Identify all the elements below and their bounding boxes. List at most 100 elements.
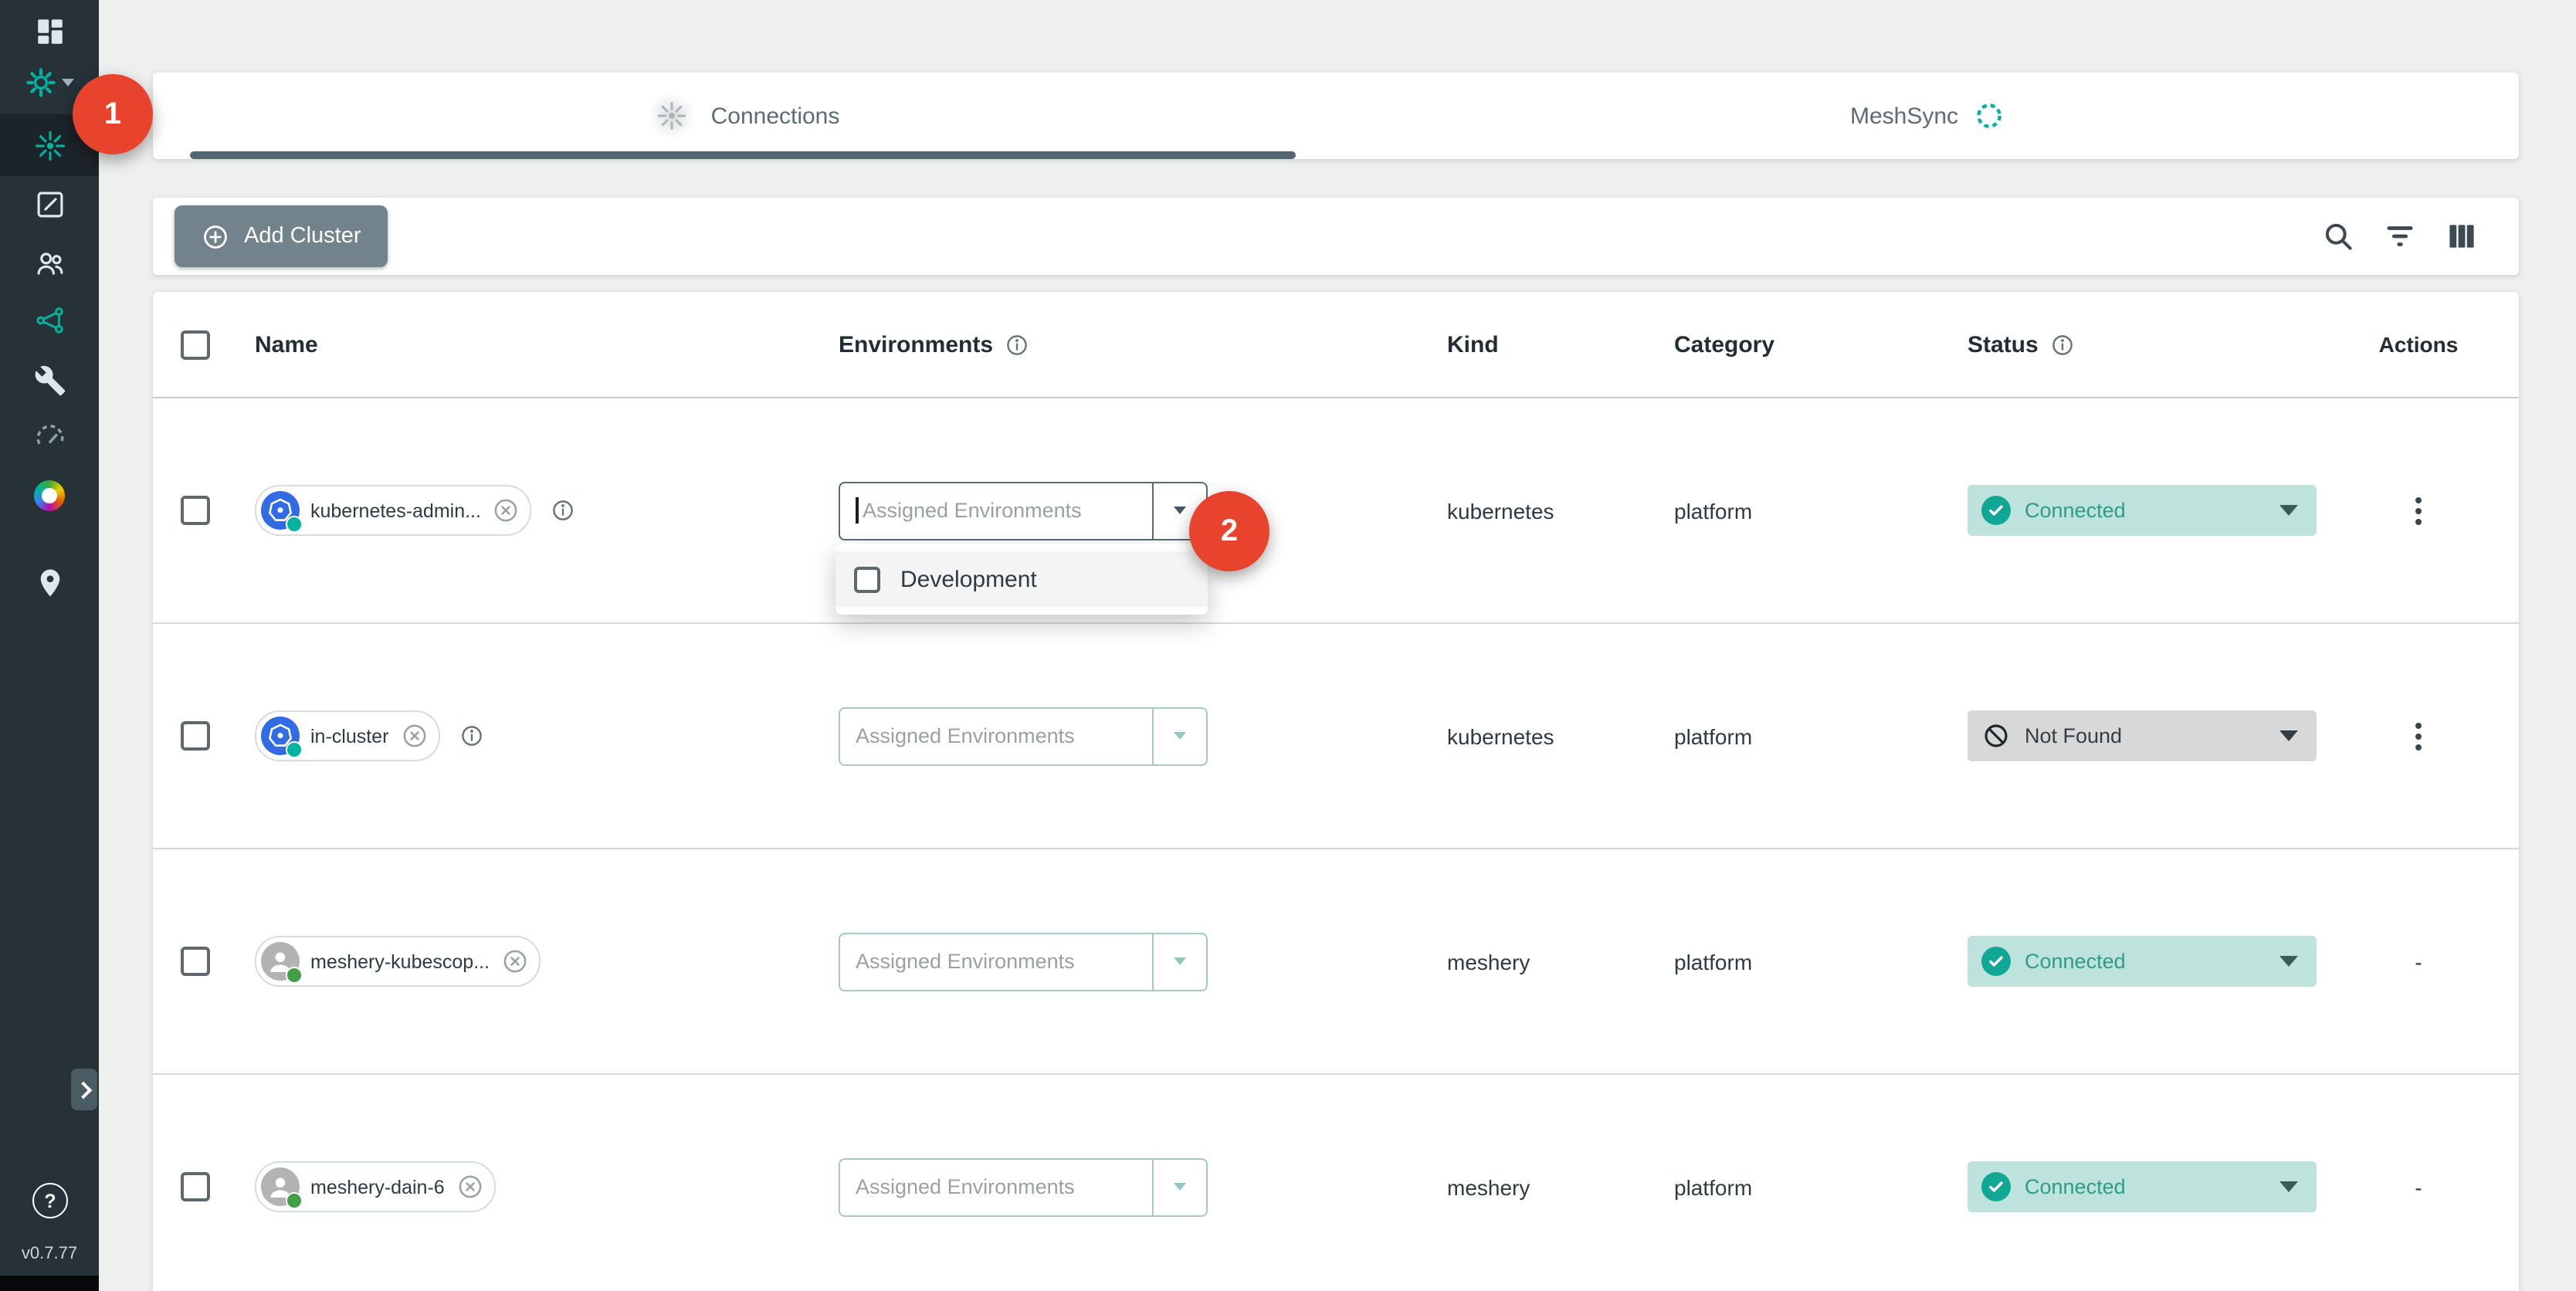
- select-caret-box[interactable]: [1152, 1159, 1206, 1215]
- environments-cell: Assigned Environments: [811, 481, 1419, 540]
- tab-meshsync[interactable]: MeshSync: [1336, 73, 2519, 159]
- sidebar-item-configuration[interactable]: [0, 173, 99, 235]
- header-status[interactable]: Status: [1940, 331, 2318, 357]
- connection-chip[interactable]: meshery-dain-6: [255, 1161, 496, 1212]
- info-icon[interactable]: [1004, 331, 1030, 357]
- remove-connection-icon[interactable]: [456, 1172, 485, 1201]
- header-environments-label: Environments: [839, 331, 993, 357]
- table-header-row: Name Environments Kind Category Status A…: [153, 292, 2519, 398]
- text-cursor: [856, 497, 858, 524]
- chevron-down-icon: [1174, 732, 1186, 740]
- remove-connection-icon[interactable]: [492, 496, 521, 525]
- checkbox-cell: [153, 496, 227, 525]
- status-dot: [286, 1192, 303, 1209]
- sidebar-item-performance[interactable]: [0, 406, 99, 468]
- performance-icon: [33, 421, 66, 453]
- header-status-label: Status: [1968, 331, 2039, 357]
- table-row: kubernetes-admin... Assigned Environment…: [153, 398, 2519, 624]
- tab-connections-label: Connections: [711, 103, 840, 129]
- status-select[interactable]: Connected: [1968, 1161, 2317, 1212]
- more-actions-button[interactable]: [2415, 733, 2422, 739]
- kubernetes-avatar: [261, 717, 300, 755]
- sidebar-item-service-mesh[interactable]: [0, 289, 99, 351]
- connection-chip[interactable]: in-cluster: [255, 710, 439, 761]
- status-select[interactable]: Not Found: [1968, 710, 2317, 761]
- meshery-avatar: [261, 942, 300, 981]
- header-kind[interactable]: Kind: [1419, 331, 1646, 357]
- row-checkbox[interactable]: [181, 1172, 210, 1201]
- help-button[interactable]: ?: [32, 1183, 68, 1218]
- select-caret-box[interactable]: [1152, 708, 1206, 764]
- sidebar: ? v0.7.77: [0, 0, 99, 1291]
- row-checkbox[interactable]: [181, 947, 210, 976]
- info-icon[interactable]: [551, 497, 577, 524]
- name-cell: in-cluster: [227, 710, 811, 761]
- actions-cell: -: [2318, 1174, 2519, 1199]
- chevron-down-icon: [62, 78, 74, 86]
- environments-select[interactable]: Assigned Environments: [839, 1157, 1208, 1216]
- users-icon: [33, 246, 66, 279]
- sidebar-item-extensions[interactable]: [0, 465, 99, 527]
- header-category[interactable]: Category: [1646, 331, 1940, 357]
- more-actions-button[interactable]: [2415, 507, 2422, 513]
- status-cell: Connected: [1940, 485, 2318, 536]
- checkbox-cell: [153, 947, 227, 976]
- environment-option[interactable]: Development: [836, 551, 1208, 607]
- toolbar: Add Cluster: [153, 198, 2519, 275]
- sidebar-item-users[interactable]: [0, 232, 99, 293]
- chevron-down-icon: [2279, 1181, 2298, 1192]
- header-name[interactable]: Name: [227, 331, 811, 357]
- sidebar-item-toolkit[interactable]: [0, 349, 99, 411]
- connected-check-icon: [1981, 496, 2011, 525]
- meshery-avatar: [261, 1167, 300, 1206]
- connection-chip[interactable]: meshery-kubescop...: [255, 936, 541, 987]
- row-checkbox[interactable]: [181, 496, 210, 525]
- connections-tab-icon-wrap: [649, 93, 696, 139]
- header-checkbox-cell: [153, 330, 227, 359]
- checkbox-cell: [153, 1172, 227, 1201]
- status-select[interactable]: Connected: [1968, 485, 2317, 536]
- active-tab-indicator: [190, 151, 1296, 159]
- status-select[interactable]: Connected: [1968, 936, 2317, 987]
- status-label: Connected: [2025, 499, 2126, 522]
- connections-table: Name Environments Kind Category Status A…: [153, 292, 2519, 1291]
- add-cluster-button[interactable]: Add Cluster: [175, 205, 388, 267]
- connections-icon: [33, 129, 66, 161]
- info-icon[interactable]: [458, 723, 484, 749]
- filter-icon[interactable]: [2383, 219, 2417, 253]
- status-cell: Connected: [1940, 1161, 2318, 1212]
- meshsync-icon: [1974, 100, 2005, 131]
- status-label: Connected: [2025, 950, 2126, 973]
- sidebar-expand-button[interactable]: [71, 1069, 97, 1110]
- header-environments[interactable]: Environments: [811, 331, 1419, 357]
- info-icon[interactable]: [2049, 331, 2076, 357]
- kind-cell: meshery: [1419, 949, 1646, 974]
- select-all-checkbox[interactable]: [181, 330, 210, 359]
- status-cell: Not Found: [1940, 710, 2318, 761]
- option-checkbox[interactable]: [854, 566, 880, 592]
- chevron-right-icon: [74, 1081, 92, 1099]
- connection-chip[interactable]: kubernetes-admin...: [255, 485, 532, 536]
- environments-placeholder: Assigned Environments: [856, 1175, 1075, 1198]
- connections-tab-icon: [657, 100, 688, 131]
- meshery-app: ? v0.7.77 1 Connections MeshSync Add Clu…: [0, 0, 2576, 1291]
- sidebar-item-catalog[interactable]: [0, 551, 99, 613]
- columns-view-icon[interactable]: [2445, 219, 2479, 253]
- environments-placeholder: Assigned Environments: [856, 724, 1075, 747]
- select-caret-box[interactable]: [1152, 934, 1206, 989]
- kind-cell: kubernetes: [1419, 498, 1646, 523]
- environments-select[interactable]: Assigned Environments: [839, 481, 1208, 540]
- remove-connection-icon[interactable]: [500, 947, 530, 976]
- extensions-icon: [34, 480, 65, 511]
- connection-name: kubernetes-admin...: [310, 500, 481, 521]
- tab-connections[interactable]: Connections: [153, 73, 1336, 159]
- row-checkbox[interactable]: [181, 721, 210, 751]
- configuration-icon: [33, 188, 66, 220]
- tab-meshsync-label: MeshSync: [1850, 103, 1958, 129]
- environments-select[interactable]: Assigned Environments: [839, 706, 1208, 765]
- search-icon[interactable]: [2321, 219, 2355, 253]
- environments-select[interactable]: Assigned Environments: [839, 932, 1208, 991]
- remove-connection-icon[interactable]: [399, 721, 429, 751]
- chevron-down-icon: [2279, 505, 2298, 516]
- table-row: meshery-dain-6 Assigned Environments mes…: [153, 1075, 2519, 1291]
